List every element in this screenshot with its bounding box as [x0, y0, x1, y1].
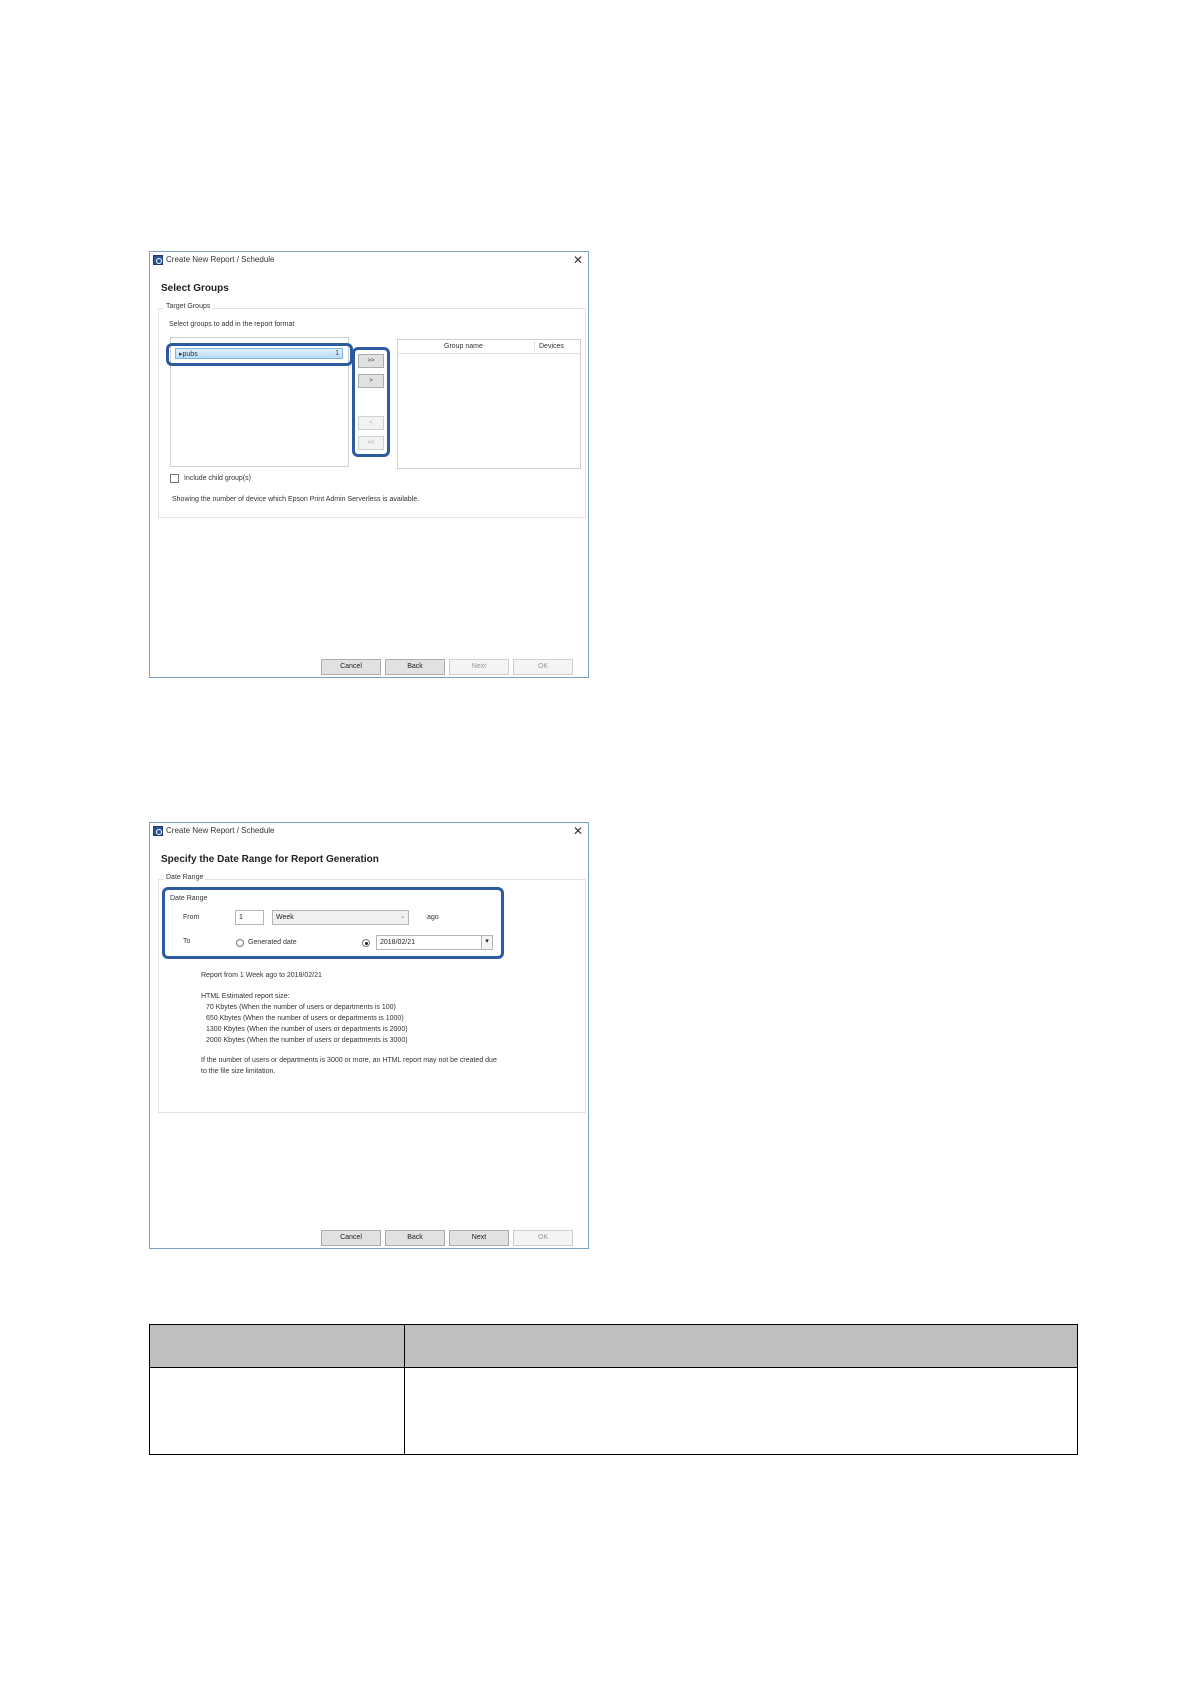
header-cell-description [404, 1324, 1078, 1368]
cancel-button[interactable]: Cancel [321, 659, 381, 675]
app-icon [153, 255, 163, 265]
select-groups-window: Create New Report / Schedule ✕ Select Gr… [149, 251, 589, 678]
column-divider [534, 341, 535, 352]
window-title: Create New Report / Schedule [166, 255, 275, 264]
ok-button[interactable]: OK [513, 1230, 573, 1246]
title-bar: Create New Report / Schedule ✕ [150, 823, 588, 841]
table-cell-item [149, 1367, 405, 1455]
table-cell-description [404, 1367, 1078, 1455]
column-devices[interactable]: Devices [539, 343, 564, 350]
next-button[interactable]: Next [449, 1230, 509, 1246]
highlight-tree-item [166, 343, 353, 366]
cancel-button[interactable]: Cancel [321, 1230, 381, 1246]
highlight-move-buttons [352, 347, 390, 457]
close-icon[interactable]: ✕ [573, 253, 583, 267]
back-button[interactable]: Back [385, 1230, 445, 1246]
settings-table [149, 1324, 1078, 1455]
size-warning-cont: to the file size limitation. [201, 1068, 276, 1075]
availability-note: Showing the number of device which Epson… [172, 496, 420, 503]
include-child-checkbox[interactable] [170, 474, 179, 483]
target-groups-label: Target Groups [164, 303, 213, 310]
window-title: Create New Report / Schedule [166, 826, 275, 835]
next-button[interactable]: Next [449, 659, 509, 675]
date-range-window: Create New Report / Schedule ✕ Specify t… [149, 822, 589, 1249]
back-button[interactable]: Back [385, 659, 445, 675]
size-line: 650 Kbytes (When the number of users or … [206, 1015, 404, 1022]
highlight-date-range [162, 887, 504, 959]
size-line: 2000 Kbytes (When the number of users or… [206, 1037, 408, 1044]
ok-button[interactable]: OK [513, 659, 573, 675]
size-heading: HTML Estimated report size: [201, 993, 290, 1000]
selected-groups-table[interactable]: Group name Devices [397, 339, 581, 469]
column-group-name[interactable]: Group name [444, 343, 483, 350]
close-icon[interactable]: ✕ [573, 824, 583, 838]
size-line: 70 Kbytes (When the number of users or d… [206, 1004, 396, 1011]
table-row [149, 1367, 1078, 1455]
title-bar: Create New Report / Schedule ✕ [150, 252, 588, 270]
page-heading: Select Groups [161, 283, 229, 294]
page-heading: Specify the Date Range for Report Genera… [161, 854, 379, 865]
app-icon [153, 826, 163, 836]
header-cell-item [149, 1324, 405, 1368]
report-summary: Report from 1 Week ago to 2018/02/21 [201, 972, 322, 979]
size-line: 1300 Kbytes (When the number of users or… [206, 1026, 408, 1033]
date-range-box-label: Date Range [164, 874, 206, 881]
include-child-label: Include child group(s) [184, 475, 251, 482]
size-warning: If the number of users or departments is… [201, 1057, 497, 1064]
table-header: Group name Devices [398, 340, 580, 354]
table-header-row [149, 1324, 1078, 1368]
instruction-text: Select groups to add in the report forma… [169, 321, 295, 328]
